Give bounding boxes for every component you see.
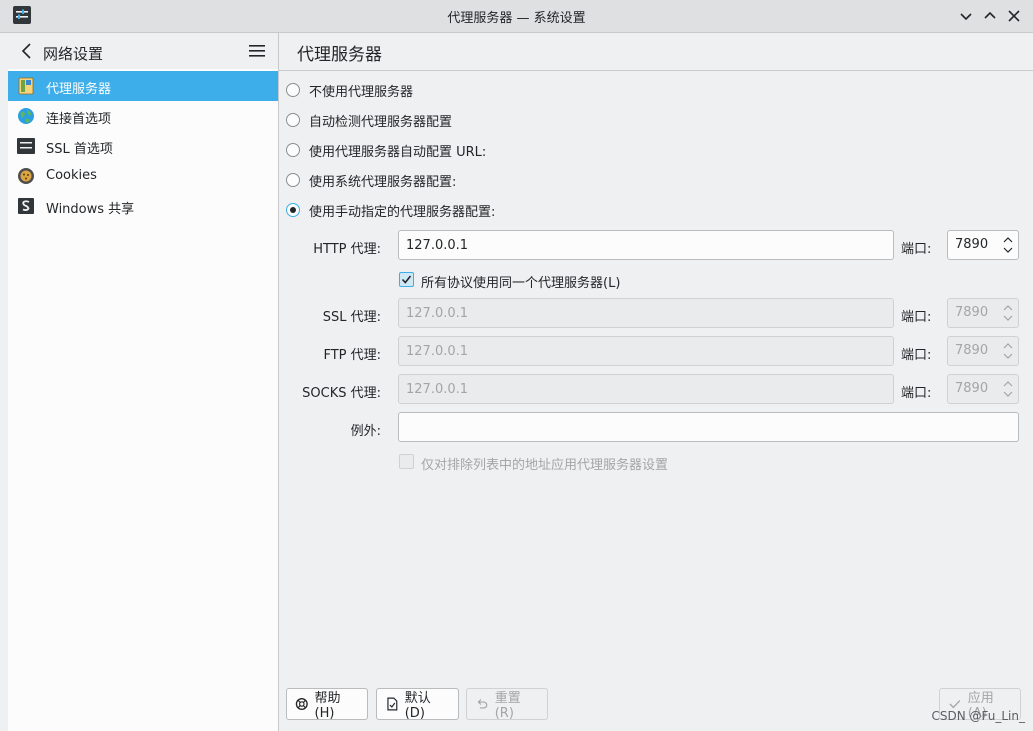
ftp-port-spinbox[interactable]: 7890 [947, 336, 1019, 366]
settings-window: 代理服务器 — 系统设置 网络设置 代理服务器 连接首选项 SSL 首选项 Co… [0, 0, 1033, 731]
globe-icon [18, 108, 34, 124]
hamburger-menu-icon[interactable] [248, 43, 266, 59]
ftp-proxy-input[interactable] [398, 336, 894, 366]
radio-auto-config-url[interactable]: 使用代理服务器自动配置 URL: [286, 140, 486, 160]
radio-label: 使用手动指定的代理服务器配置: [309, 204, 496, 220]
radio-no-proxy[interactable]: 不使用代理服务器 [286, 80, 413, 100]
ftp-port-value: 7890 [955, 343, 989, 358]
undo-icon [477, 699, 488, 709]
radio-button[interactable] [286, 83, 300, 97]
window-title: 代理服务器 — 系统设置 [447, 11, 586, 26]
ftp-port-label: 端口: [901, 348, 932, 363]
http-proxy-label: HTTP 代理: [313, 242, 381, 257]
radio-label: 使用代理服务器自动配置 URL: [309, 144, 487, 160]
http-port-label: 端口: [901, 242, 932, 257]
radio-button-checked[interactable] [286, 203, 300, 217]
radio-button[interactable] [286, 143, 300, 157]
exceptions-label: 例外: [350, 424, 381, 439]
ssl-proxy-input[interactable] [398, 298, 894, 328]
cookie-icon [18, 168, 34, 184]
title-bar: 代理服务器 — 系统设置 [0, 0, 1033, 33]
sidebar-item-label: Cookies [46, 168, 97, 183]
http-proxy-input[interactable] [398, 230, 894, 260]
only-exceptions-label: 仅对排除列表中的地址应用代理服务器设置 [421, 458, 669, 473]
sidebar-item-windows-share[interactable]: Windows 共享 [8, 191, 278, 221]
socks-port-label: 端口: [901, 386, 932, 401]
ssl-proxy-label: SSL 代理: [322, 310, 381, 325]
sidebar-item-proxy[interactable]: 代理服务器 [8, 71, 278, 101]
proxy-icon [18, 77, 34, 95]
socks-proxy-input[interactable] [398, 374, 894, 404]
sidebar-item-label: Windows 共享 [46, 202, 135, 217]
sidebar-header: 网络设置 [8, 33, 278, 69]
only-exceptions-checkbox[interactable] [399, 454, 414, 469]
sidebar-item-cookies[interactable]: Cookies [8, 161, 278, 191]
socks-proxy-label: SOCKS 代理: [302, 386, 381, 401]
sidebar-item-connection[interactable]: 连接首选项 [8, 101, 278, 131]
sidebar: 网络设置 代理服务器 连接首选项 SSL 首选项 Cookies Windows… [8, 33, 279, 731]
radio-label: 不使用代理服务器 [309, 84, 414, 100]
ftp-proxy-label: FTP 代理: [323, 348, 381, 363]
http-port-value: 7890 [955, 237, 989, 252]
spin-arrows-icon[interactable] [1002, 234, 1014, 256]
page-title: 代理服务器 [297, 45, 382, 65]
help-lifebuoy-icon [295, 698, 308, 710]
spin-arrows-icon[interactable] [1002, 340, 1014, 362]
ssl-port-value: 7890 [955, 305, 989, 320]
radio-manual-proxy[interactable]: 使用手动指定的代理服务器配置: [286, 200, 495, 220]
defaults-button[interactable]: 默认(D) [376, 688, 459, 721]
spin-arrows-icon[interactable] [1002, 302, 1014, 324]
defaults-button-label: 默认(D) [404, 691, 431, 721]
radio-system-proxy[interactable]: 使用系统代理服务器配置: [286, 170, 456, 190]
watermark: CSDN @Fu_Lin_ [931, 709, 1025, 723]
minimize-button[interactable] [956, 6, 976, 26]
close-icon [1008, 10, 1020, 22]
reset-button[interactable]: 重置(R) [466, 688, 548, 721]
maximize-button[interactable] [980, 6, 1000, 26]
spin-arrows-icon[interactable] [1002, 378, 1014, 400]
radio-button[interactable] [286, 173, 300, 187]
radio-label: 自动检测代理服务器配置 [309, 114, 453, 130]
document-defaults-icon [387, 697, 398, 711]
sidebar-item-label: 代理服务器 [46, 82, 112, 97]
checkmark-icon [401, 275, 412, 284]
help-button-label: 帮助(H) [314, 691, 341, 721]
sidebar-title: 网络设置 [43, 45, 104, 63]
sidebar-list: 代理服务器 连接首选项 SSL 首选项 Cookies Windows 共享 [8, 71, 278, 221]
same-proxy-label: 所有协议使用同一个代理服务器(L) [421, 276, 621, 291]
sidebar-item-ssl[interactable]: SSL 首选项 [8, 131, 278, 161]
ssl-port-spinbox[interactable]: 7890 [947, 298, 1019, 328]
http-port-spinbox[interactable]: 7890 [947, 230, 1019, 260]
radio-label: 使用系统代理服务器配置: [309, 174, 457, 190]
main-panel: 代理服务器 不使用代理服务器 自动检测代理服务器配置 使用代理服务器自动配置 U… [279, 33, 1033, 731]
radio-button[interactable] [286, 113, 300, 127]
radio-auto-detect[interactable]: 自动检测代理服务器配置 [286, 110, 452, 130]
back-icon[interactable] [20, 42, 34, 60]
help-button[interactable]: 帮助(H) [286, 688, 368, 721]
sidebar-item-label: SSL 首选项 [46, 142, 113, 157]
sidebar-item-label: 连接首选项 [46, 112, 112, 127]
exceptions-input[interactable] [398, 412, 1019, 442]
same-proxy-checkbox[interactable] [399, 272, 414, 287]
ssl-icon [17, 138, 35, 154]
header-divider [279, 70, 1033, 71]
close-button[interactable] [1004, 6, 1024, 26]
maximize-icon [984, 11, 996, 19]
socks-port-spinbox[interactable]: 7890 [947, 374, 1019, 404]
reset-button-label: 重置(R) [494, 691, 521, 721]
windows-share-icon [18, 198, 34, 214]
socks-port-value: 7890 [955, 381, 989, 396]
ssl-port-label: 端口: [901, 310, 932, 325]
minimize-icon [960, 13, 972, 21]
